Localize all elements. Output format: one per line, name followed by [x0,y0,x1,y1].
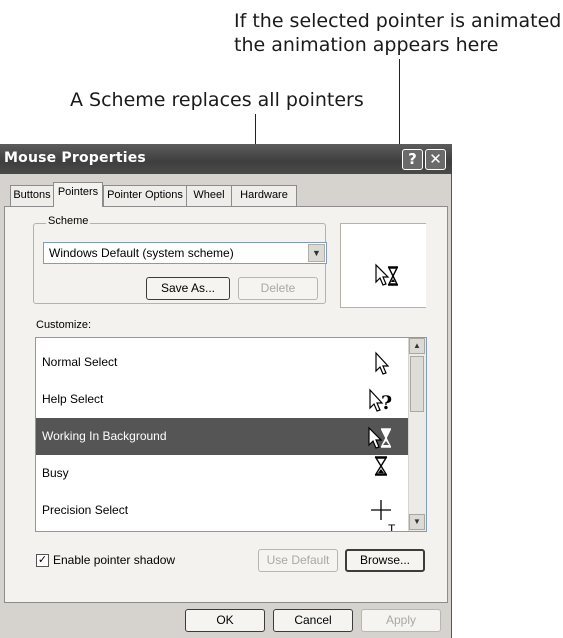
scheme-group-label: Scheme [46,215,91,227]
tab-pointer-options[interactable]: Pointer Options [103,185,187,206]
customize-label: Customize: [36,319,92,331]
pointer-preview-box [340,223,426,308]
save-as-button[interactable]: Save As... [146,277,230,300]
list-item-label: Help Select [42,392,104,406]
animation-callout-line2: the animation appears here [234,34,499,56]
tab-hardware[interactable]: Hardware [231,185,297,206]
list-item-label: Working In Background [42,429,167,443]
scroll-up-button[interactable]: ▲ [409,338,425,354]
list-item[interactable]: Normal Select [36,344,408,381]
ok-button[interactable]: OK [185,609,265,632]
window-title: Mouse Properties [4,150,146,166]
tab-buttons[interactable]: Buttons [10,185,54,206]
delete-button[interactable]: Delete [238,277,318,300]
cancel-button[interactable]: Cancel [273,609,353,632]
list-item[interactable]: Precision Select [36,492,408,529]
help-button[interactable]: ? [402,149,423,170]
chevron-down-icon[interactable]: ▼ [308,244,325,262]
close-button[interactable]: ✕ [425,149,446,170]
list-item[interactable]: Working In Background [36,418,408,455]
pointer-list[interactable]: Normal Select Help Select ? Working In B… [35,337,427,532]
arrow-pointer-icon [366,344,396,381]
enable-shadow-checkbox[interactable]: ✓ [36,554,49,567]
scheme-selected-value: Windows Default (system scheme) [49,246,234,260]
scheme-dropdown[interactable]: Windows Default (system scheme) ▼ [43,242,327,264]
enable-shadow-label: Enable pointer shadow [53,553,176,567]
animation-callout-line1: If the selected pointer is animated [234,10,562,32]
apply-button[interactable]: Apply [361,609,441,632]
list-item-label: Busy [42,466,69,480]
working-pointer-preview-icon [375,263,399,286]
list-item[interactable]: Busy [36,455,408,492]
text-select-icon-partial: T [388,522,396,532]
scroll-down-button[interactable]: ▼ [409,514,425,530]
mouse-properties-window: Mouse Properties ? ✕ Buttons Pointers Po… [0,144,452,638]
help-pointer-icon: ? [366,381,396,418]
browse-button[interactable]: Browse... [345,549,425,572]
tab-wheel[interactable]: Wheel [186,185,232,206]
use-default-button[interactable]: Use Default [258,549,338,572]
title-bar[interactable]: Mouse Properties ? ✕ [0,144,452,174]
tab-pointers[interactable]: Pointers [53,182,103,207]
hourglass-icon [366,455,396,492]
list-item-label: Precision Select [42,503,129,517]
svg-text:?: ? [381,392,392,414]
list-item-label: Normal Select [42,355,118,369]
working-pointer-icon [366,418,396,455]
list-item[interactable]: Help Select ? [36,381,408,418]
scroll-thumb[interactable] [410,356,424,412]
scheme-callout: A Scheme replaces all pointers [70,89,364,111]
list-scrollbar[interactable]: ▲ ▼ [408,338,426,531]
